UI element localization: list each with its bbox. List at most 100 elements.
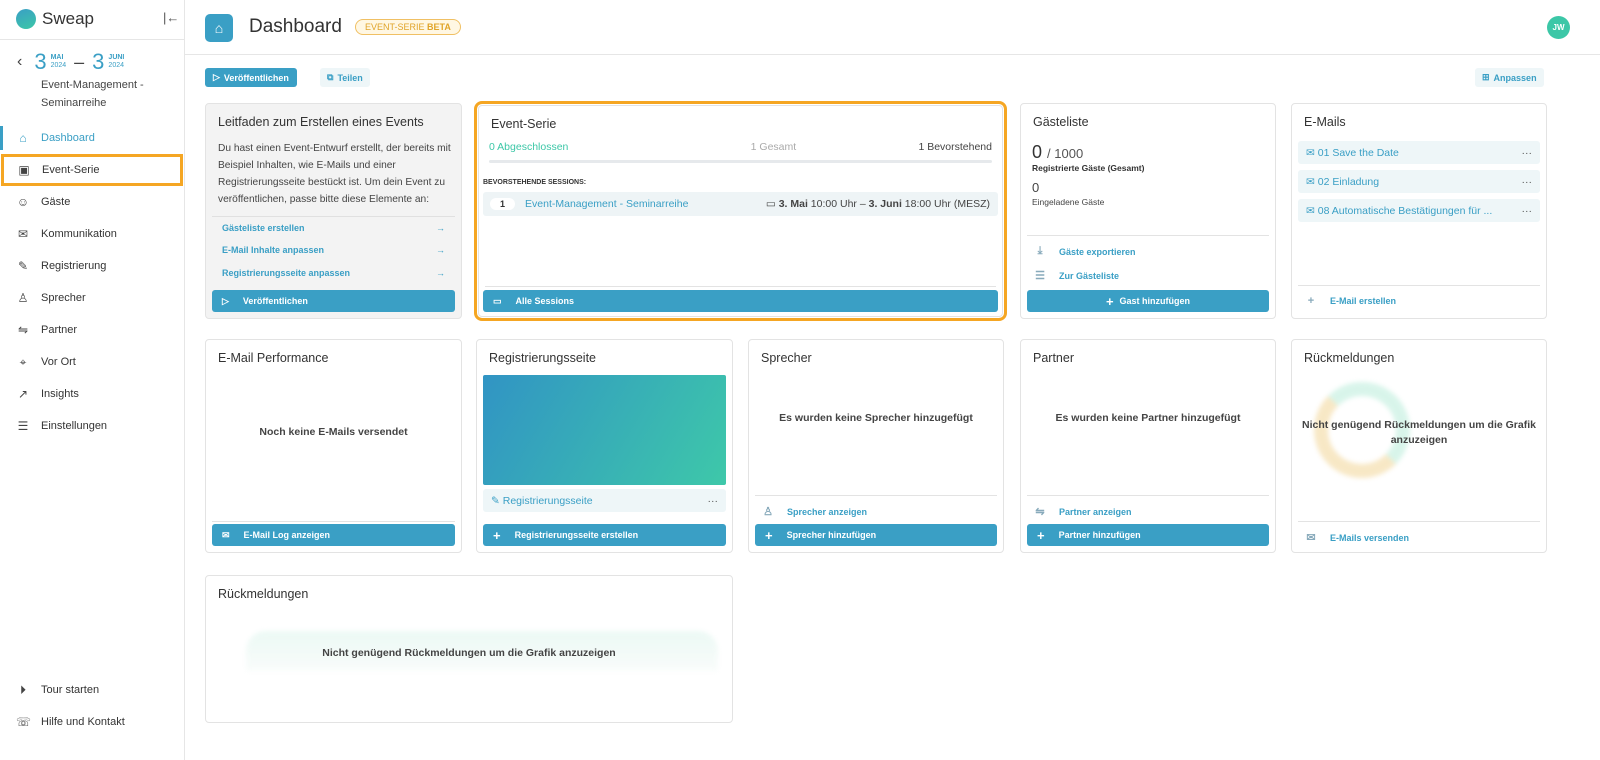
plus-icon: + (493, 527, 501, 543)
email-item[interactable]: ✉ 08 Automatische Bestätigungen für ... ·… (1298, 199, 1540, 222)
publish-button[interactable]: ▷ Veröffentlichen (205, 68, 297, 87)
empty-state: Nicht genügend Rückmeldungen um die Graf… (1302, 419, 1536, 446)
sidebar-item-vor-ort[interactable]: ⌖ Vor Ort (0, 346, 184, 378)
session-name[interactable]: Event-Management - Seminarreihe (525, 198, 688, 210)
header: ⌂ Dashboard EVENT-SERIE BETA JW (185, 0, 1600, 55)
all-sessions-button[interactable]: ▭ Alle Sessions (483, 290, 998, 312)
plus-icon: + (765, 527, 773, 543)
sidebar-item-dashboard[interactable]: ⌂ Dashboard (0, 122, 184, 154)
session-separator: – (859, 198, 866, 210)
calendar-icon: ▣ (18, 163, 30, 177)
email-item[interactable]: ✉ 01 Save the Date ··· (1298, 141, 1540, 164)
session-start-date: 3. Mai (778, 198, 808, 210)
event-name: Event-Management - Seminarreihe (41, 79, 144, 109)
create-regpage-button[interactable]: + Registrierungsseite erstellen (483, 524, 726, 546)
link-label: E-Mail Inhalte anpassen (222, 245, 325, 255)
add-partner-button[interactable]: + Partner hinzufügen (1027, 524, 1269, 546)
divider (1298, 285, 1540, 286)
link-label: Gästeliste erstellen (222, 222, 305, 233)
email-performance-card: E-Mail Performance Noch keine E-Mails ve… (205, 339, 462, 553)
page-title: Dashboard (249, 16, 342, 37)
help-contact-button[interactable]: ☏ Hilfe und Kontakt (0, 706, 184, 738)
email-name: 01 Save the Date (1317, 146, 1399, 159)
start-day: 3 (34, 49, 47, 74)
show-partners-link[interactable]: ⇋ Partner anzeigen (1033, 505, 1132, 518)
button-label: Sprecher hinzufügen (786, 530, 877, 540)
sidebar-item-einstellungen[interactable]: ☰ Einstellungen (0, 410, 184, 442)
capacity: / 1000 (1047, 146, 1084, 161)
calendar-icon: ▭ (765, 198, 776, 210)
add-guest-button[interactable]: + Gast hinzufügen (1027, 290, 1269, 312)
email-item[interactable]: ✉ 02 Einladung ··· (1298, 170, 1540, 193)
create-email-link[interactable]: + E-Mail erstellen (1304, 295, 1396, 307)
arrow-right-icon: → (436, 245, 445, 255)
card-title: Gästeliste (1033, 115, 1089, 129)
badge-beta: BETA (427, 22, 451, 32)
sidebar-item-insights[interactable]: ↗ Insights (0, 378, 184, 410)
plus-icon: + (1037, 527, 1045, 543)
mail-icon: ✉ (222, 529, 230, 540)
arrow-right-icon: → (436, 268, 445, 278)
play-icon: ▷ (222, 295, 229, 306)
sidebar: Sweap |← ‹ 3 MAI 2024 – 3 JUNI 2024 Event-… (0, 0, 185, 760)
regpage-item[interactable]: ✎ Registrierungsseite ··· (483, 489, 726, 512)
link-label: Partner anzeigen (1059, 506, 1132, 517)
show-speakers-link[interactable]: ♙ Sprecher anzeigen (761, 505, 867, 518)
guestlist-card: Gästeliste 0 / 1000 Registrierte Gäste (… (1020, 103, 1276, 319)
map-icon: ⌖ (19, 354, 27, 369)
email-log-button[interactable]: ✉ E-Mail Log anzeigen (212, 524, 455, 546)
end-day: 3 (92, 49, 105, 74)
divider (755, 495, 997, 496)
regpage-preview[interactable] (483, 375, 726, 485)
customize-button[interactable]: ⊞ Anpassen (1475, 68, 1544, 87)
add-speaker-button[interactable]: + Sprecher hinzufügen (755, 524, 997, 546)
tour-start-button[interactable]: ⏵ Tour starten (0, 674, 184, 706)
sidebar-item-label: Dashboard (41, 132, 95, 144)
send-emails-link[interactable]: ✉ E-Mails versenden (1304, 531, 1409, 544)
sidebar-item-gaeste[interactable]: ☺ Gäste (0, 186, 184, 218)
feedback-chart-card: Rückmeldungen Nicht genügend Rückmeldung… (205, 575, 733, 723)
session-number: 1 (490, 198, 516, 210)
speaker-icon: ♙ (763, 506, 773, 518)
button-label: Gast hinzufügen (1119, 296, 1191, 306)
back-icon[interactable]: ‹ (17, 53, 22, 71)
sidebar-item-sprecher[interactable]: ♙ Sprecher (0, 282, 184, 314)
sidebar-item-partner[interactable]: ⇋ Partner (0, 314, 184, 346)
guide-link-email[interactable]: E-Mail Inhalte anpassen → (212, 239, 455, 261)
sidebar-item-kommunikation[interactable]: ✉ Kommunikation (0, 218, 184, 250)
session-start-time: 10:00 Uhr (810, 198, 857, 210)
avatar[interactable]: JW (1547, 16, 1570, 39)
button-label: Registrierungsseite erstellen (514, 530, 639, 540)
button-label: Alle Sessions (515, 296, 575, 306)
guide-link-regpage[interactable]: Registrierungsseite anpassen → (212, 262, 455, 284)
export-guests-link[interactable]: ⤓ Gäste exportieren (1033, 245, 1136, 258)
sidebar-item-event-serie[interactable]: ▣ Event-Serie (1, 154, 183, 186)
guide-publish-button[interactable]: ▷ Veröffentlichen (212, 290, 455, 312)
sidebar-item-registrierung[interactable]: ✎ Registrierung (0, 250, 184, 282)
link-label: Sprecher anzeigen (787, 506, 868, 517)
sidebar-nav: ⌂ Dashboard ▣ Event-Serie ☺ Gäste ✉ Kommunik… (0, 122, 184, 442)
divider (1027, 495, 1269, 496)
sidebar-item-label: Tour starten (41, 684, 100, 696)
home-icon[interactable]: ⌂ (205, 14, 233, 42)
more-icon[interactable]: ··· (1522, 205, 1533, 217)
empty-state: Es wurden keine Partner hinzugefügt (1055, 412, 1241, 424)
card-title: Leitfaden zum Erstellen eines Events (218, 115, 424, 129)
sidebar-item-label: Sprecher (41, 292, 86, 304)
card-title: Sprecher (761, 351, 812, 365)
guide-link-guestlist[interactable]: Gästeliste erstellen → (212, 216, 455, 238)
speakers-card: Sprecher Es wurden keine Sprecher hinzug… (748, 339, 1004, 553)
more-icon[interactable]: ··· (1522, 176, 1533, 188)
more-icon[interactable]: ··· (1522, 147, 1533, 159)
session-row[interactable]: 1 Event-Management - Seminarreihe ▭ 3. M… (483, 192, 998, 216)
share-button[interactable]: ⧉ Teilen (320, 68, 370, 87)
collapse-sidebar-icon[interactable]: |← (163, 10, 179, 25)
guestlist-link[interactable]: ☰ Zur Gästeliste (1033, 269, 1119, 282)
total-count: 1 Gesamt (750, 141, 797, 153)
partners-card: Partner Es wurden keine Partner hinzugef… (1020, 339, 1276, 553)
divider (0, 39, 184, 40)
more-icon[interactable]: ··· (708, 495, 719, 507)
link-label: Gäste exportieren (1059, 246, 1136, 257)
share-label: Teilen (337, 72, 363, 83)
logo[interactable]: Sweap (16, 9, 94, 29)
